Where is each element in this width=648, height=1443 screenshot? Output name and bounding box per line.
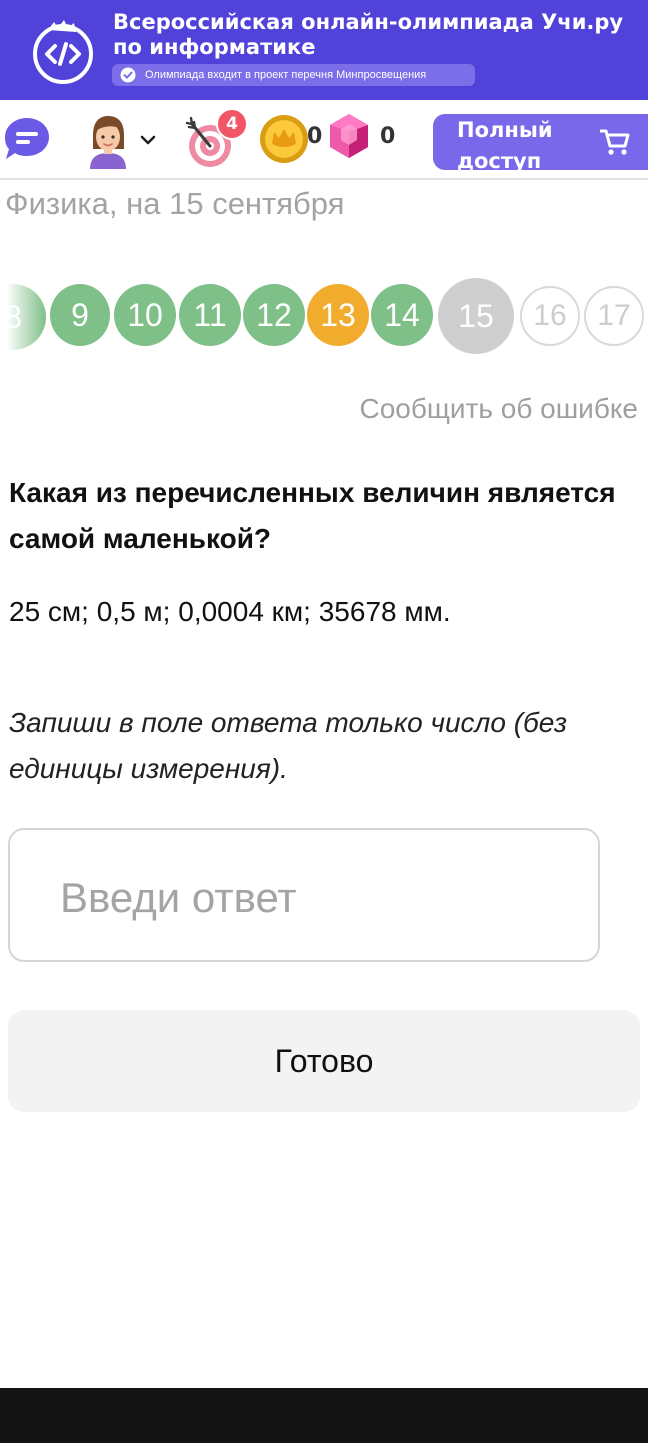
task-item-14[interactable]: 14 bbox=[371, 284, 433, 346]
report-error-link[interactable]: Сообщить об ошибке bbox=[359, 393, 638, 425]
chat-icon[interactable] bbox=[3, 115, 51, 163]
task-item-8[interactable]: 8 bbox=[0, 284, 46, 350]
subject-title: Физика, на 15 сентября bbox=[5, 186, 345, 221]
task-item-11[interactable]: 11 bbox=[179, 284, 241, 346]
check-badge-icon bbox=[120, 67, 136, 83]
olympiad-banner[interactable]: Всероссийская онлайн-олимпиада Учи.ру по… bbox=[0, 0, 648, 100]
badge-text: Олимпиада входит в проект перечня Минпро… bbox=[145, 69, 427, 81]
banner-badge: Олимпиада входит в проект перечня Минпро… bbox=[112, 64, 475, 86]
question-text: Какая из перечисленных величин является … bbox=[9, 477, 616, 554]
done-button[interactable]: Готово bbox=[8, 1010, 640, 1112]
gem-icon[interactable] bbox=[327, 112, 371, 160]
full-access-label: Полный доступ bbox=[457, 118, 553, 173]
code-logo-icon bbox=[33, 20, 93, 84]
task-item-15[interactable]: 15 bbox=[438, 278, 514, 354]
coin-count: 0 bbox=[307, 124, 323, 149]
full-access-button[interactable]: Полный доступ bbox=[433, 114, 648, 173]
task-item-13[interactable]: 13 bbox=[307, 284, 369, 346]
task-item-9[interactable]: 9 bbox=[50, 284, 110, 346]
question-values: 25 см; 0,5 м; 0,0004 км; 35678 мм. bbox=[9, 596, 451, 627]
top-toolbar: 4 0 0 Полный доступ bbox=[0, 100, 648, 180]
task-item-17[interactable]: 17 bbox=[584, 286, 644, 346]
banner-title: Всероссийская онлайн-олимпиада Учи.ру по… bbox=[113, 10, 624, 59]
task-pager: 8 9 10 11 12 13 14 15 16 17 bbox=[0, 278, 648, 354]
answer-hint: Запиши в поле ответа только число (без е… bbox=[9, 707, 568, 784]
task-item-10[interactable]: 10 bbox=[114, 284, 176, 346]
chevron-down-icon[interactable] bbox=[140, 134, 156, 146]
avatar[interactable] bbox=[84, 113, 132, 169]
system-nav-bar bbox=[0, 1388, 648, 1443]
gem-count: 0 bbox=[380, 124, 396, 149]
task-item-16[interactable]: 16 bbox=[520, 286, 580, 346]
answer-input[interactable] bbox=[60, 858, 580, 938]
task-item-12[interactable]: 12 bbox=[243, 284, 305, 346]
cart-icon bbox=[600, 129, 630, 155]
answer-field-box bbox=[8, 828, 600, 962]
notification-badge: 4 bbox=[216, 108, 248, 140]
coin-icon[interactable] bbox=[259, 114, 309, 164]
